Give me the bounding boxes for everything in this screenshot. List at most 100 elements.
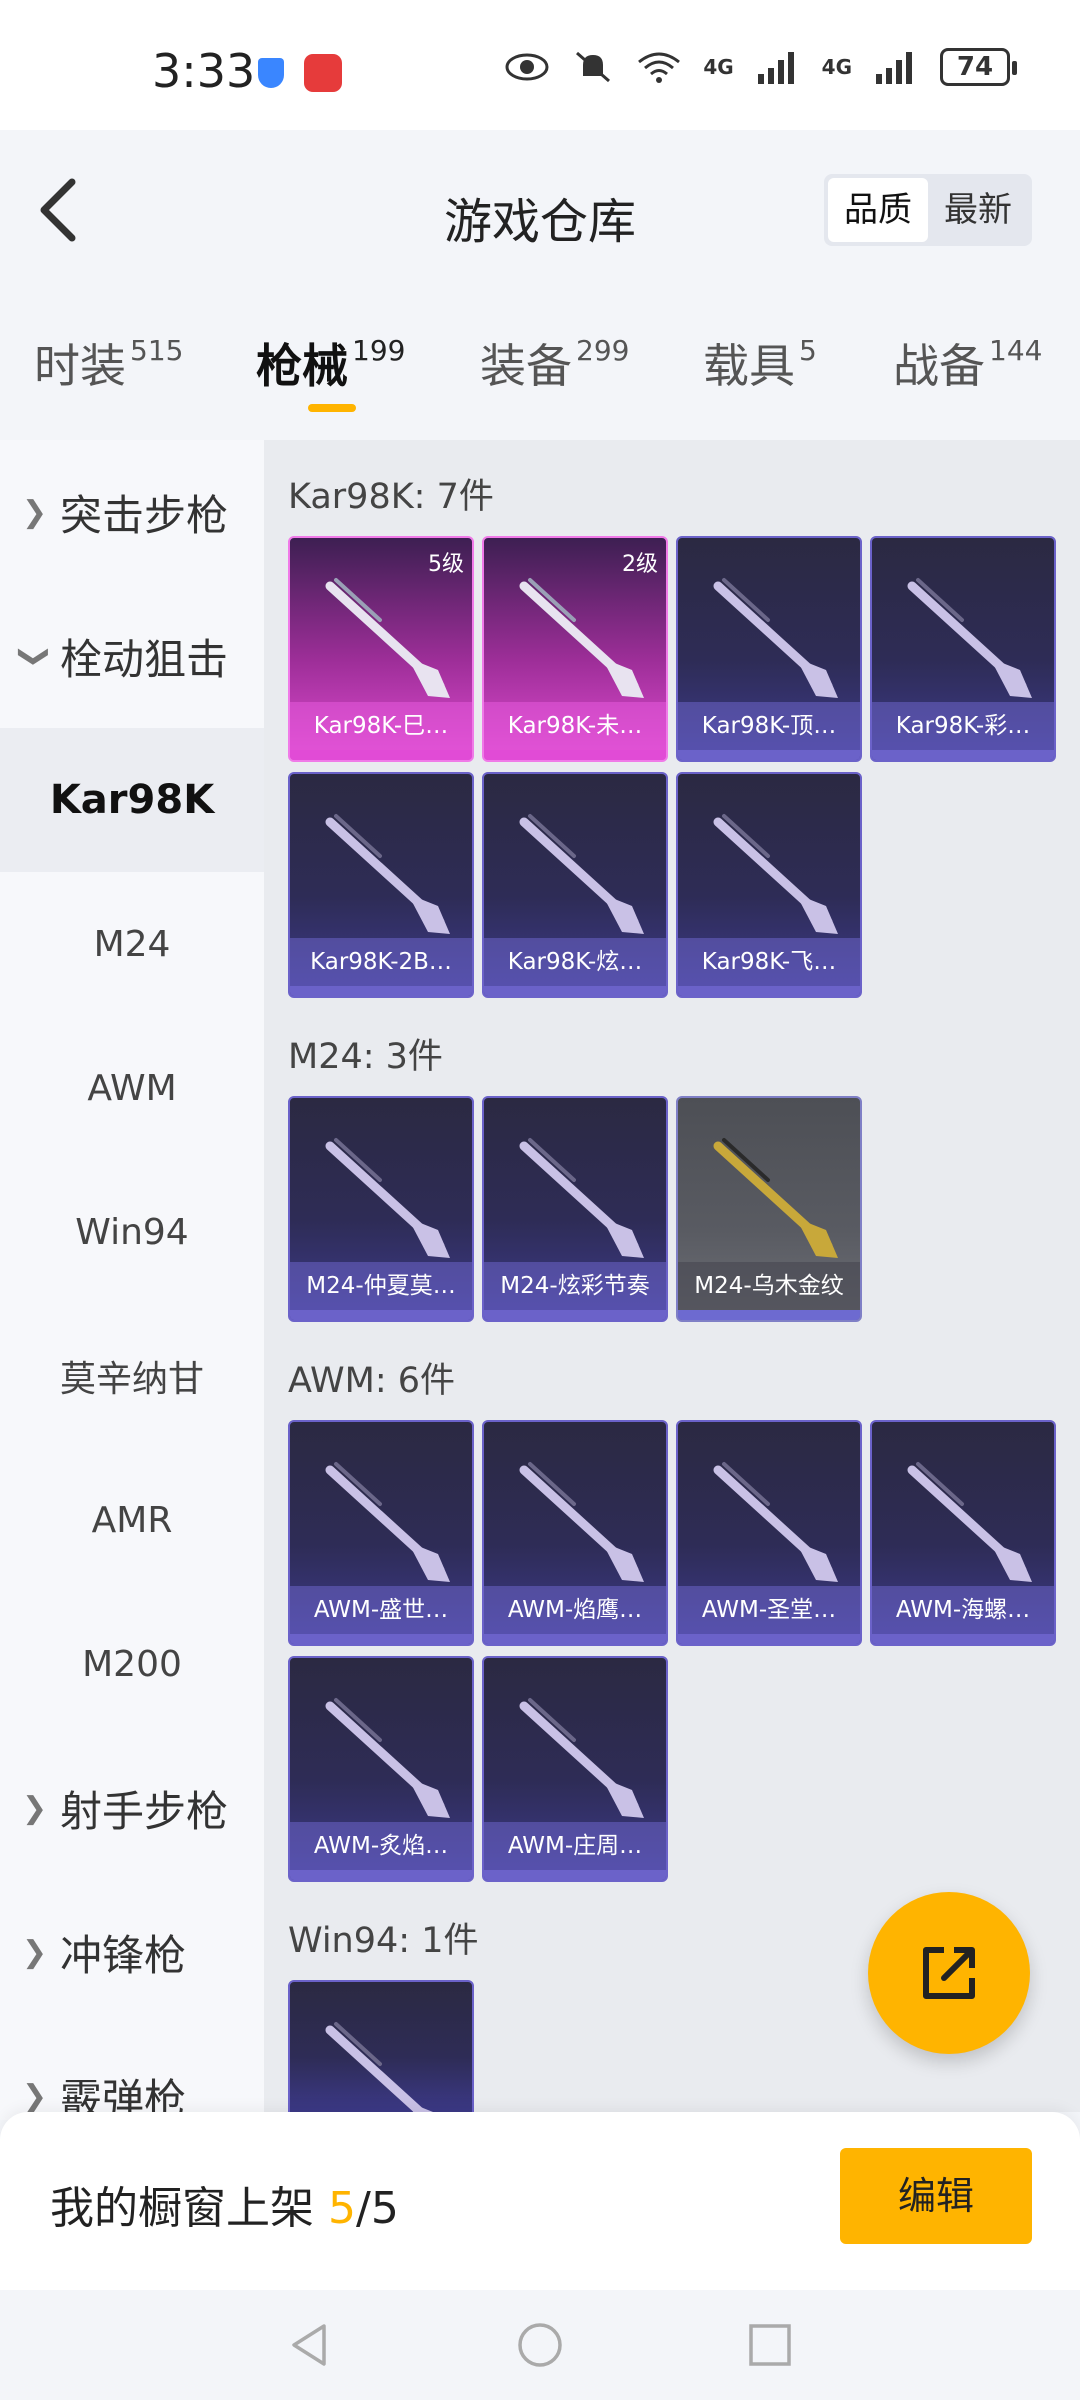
showcase-label: 我的橱窗上架 5/5 — [50, 2172, 399, 2236]
weapon-card[interactable]: Kar98K-飞… — [676, 772, 862, 998]
weapon-card[interactable]: M24-仲夏莫… — [288, 1096, 474, 1322]
sidebar-item-mosin[interactable]: 莫辛纳甘 — [0, 1304, 264, 1448]
tab-vehicles[interactable]: 载具 5 — [703, 330, 817, 396]
chevron-right-icon: ❯ — [22, 1934, 48, 1970]
weapon-card[interactable]: AWM-海螺… — [870, 1420, 1056, 1646]
weapon-card[interactable]: 5级 Kar98K-巳… — [288, 536, 474, 762]
nav-back-icon[interactable] — [284, 2320, 334, 2370]
rarity-bar — [290, 750, 472, 760]
sidebar-item-label: 突击步枪 — [60, 490, 229, 540]
weapon-name: AWM-圣堂… — [678, 1586, 860, 1634]
rarity-bar — [290, 986, 472, 996]
weapon-name: Kar98K-未… — [484, 702, 666, 750]
sort-newest-button[interactable]: 最新 — [928, 178, 1028, 242]
tab-label: 枪械 — [256, 339, 348, 393]
rifle-icon — [519, 814, 644, 934]
sidebar-item-label: 射手步枪 — [60, 1786, 229, 1836]
weapon-card[interactable]: Kar98K-彩… — [870, 536, 1056, 762]
status-time: 3:33 — [152, 44, 256, 98]
sidebar-item-label: M200 — [82, 1643, 182, 1685]
chevron-right-icon: ❯ — [22, 494, 48, 530]
section-title-awm: AWM: 6件 — [288, 1361, 456, 1401]
edit-button[interactable]: 编辑 — [840, 2148, 1032, 2244]
rarity-bar — [872, 750, 1054, 760]
rarity-bar — [290, 1310, 472, 1320]
nav-home-icon[interactable] — [515, 2320, 565, 2370]
showcase-text: 我的橱窗上架 — [50, 2183, 314, 2234]
showcase-bar: 我的橱窗上架 5/5 编辑 — [0, 2112, 1080, 2290]
status-icons: 4G 4G 74 — [505, 48, 1017, 86]
weapon-card[interactable]: Kar98K-顶… — [676, 536, 862, 762]
rifle-icon — [519, 1698, 644, 1818]
rifle-icon — [325, 814, 450, 934]
weapon-name: AWM-庄周… — [484, 1822, 666, 1870]
system-nav-bar — [0, 2290, 1080, 2400]
tab-count: 5 — [799, 334, 817, 367]
sidebar-item-awm[interactable]: AWM — [0, 1016, 264, 1160]
weapon-name: AWM-盛世… — [290, 1586, 472, 1634]
back-icon[interactable] — [30, 170, 90, 250]
sidebar-item-label: Kar98K — [49, 777, 215, 823]
rarity-bar — [484, 750, 666, 760]
rifle-icon — [713, 1462, 838, 1582]
tab-label: 载具 — [703, 339, 795, 393]
tab-label: 战备 — [893, 339, 985, 393]
tab-firearms[interactable]: 枪械 199 — [256, 330, 405, 396]
sidebar-group-bolt-action[interactable]: ❯ 栓动狙击 — [0, 584, 264, 728]
rifle-icon — [325, 1138, 450, 1258]
sort-toggle: 品质 最新 — [824, 174, 1032, 246]
sidebar-item-label: M24 — [93, 923, 171, 965]
rarity-bar — [290, 1870, 472, 1880]
rifle-icon — [519, 1462, 644, 1582]
rarity-bar — [678, 1634, 860, 1644]
showcase-current-count: 5 — [328, 2183, 356, 2234]
weapon-card[interactable] — [288, 1980, 474, 2112]
battery-indicator: 74 — [940, 48, 1017, 86]
rifle-icon — [713, 578, 838, 698]
rifle-icon — [325, 578, 450, 698]
tab-count: 299 — [576, 334, 630, 367]
sidebar-item-label: 莫辛纳甘 — [59, 1359, 204, 1400]
weapon-card[interactable]: AWM-圣堂… — [676, 1420, 862, 1646]
share-edit-button[interactable] — [868, 1892, 1030, 2054]
nav-recents-icon[interactable] — [745, 2320, 795, 2370]
weapon-card[interactable]: AWM-炙焰… — [288, 1656, 474, 1882]
sidebar-item-win94[interactable]: Win94 — [0, 1160, 264, 1304]
sidebar-item-amr[interactable]: AMR — [0, 1448, 264, 1592]
sidebar-item-label: Win94 — [75, 1211, 189, 1253]
tab-supplies[interactable]: 战备 144 — [893, 330, 1042, 396]
tab-fashion[interactable]: 时装 515 — [34, 330, 183, 396]
sidebar-item-m200[interactable]: M200 — [0, 1592, 264, 1736]
sidebar-item-label: 冲锋枪 — [60, 1930, 187, 1980]
sidebar-item-label: AMR — [91, 1499, 173, 1541]
weapon-name: Kar98K-2B… — [290, 938, 472, 986]
rifle-icon — [713, 814, 838, 934]
sidebar-item-kar98k[interactable]: Kar98K — [0, 728, 264, 872]
weapon-card[interactable]: Kar98K-炫… — [482, 772, 668, 998]
signal-2-icon — [876, 52, 912, 84]
sidebar-item-m24[interactable]: M24 — [0, 872, 264, 1016]
weapon-card[interactable]: Kar98K-2B… — [288, 772, 474, 998]
tier-badge: 5级 — [428, 552, 464, 577]
rarity-bar — [484, 1310, 666, 1320]
tab-count: 515 — [130, 334, 184, 367]
section-title-kar98k: Kar98K: 7件 — [288, 477, 494, 517]
weapon-name: M24-乌木金纹 — [678, 1262, 860, 1310]
signal-1-label: 4G — [703, 55, 734, 79]
weapon-card[interactable]: 2级 Kar98K-未… — [482, 536, 668, 762]
weapon-card[interactable]: AWM-盛世… — [288, 1420, 474, 1646]
sidebar-group-dmr[interactable]: ❯ 射手步枪 — [0, 1736, 264, 1880]
sidebar-group-shotgun[interactable]: ❯ 霰弹枪 — [0, 2024, 264, 2121]
sidebar-group-smg[interactable]: ❯ 冲锋枪 — [0, 1880, 264, 2024]
weapon-card[interactable]: AWM-焰鹰… — [482, 1420, 668, 1646]
weapon-name: AWM-焰鹰… — [484, 1586, 666, 1634]
signal-1-icon — [757, 52, 794, 84]
tab-equipment[interactable]: 装备 299 — [480, 330, 629, 396]
weapon-card[interactable]: M24-炫彩节奏 — [482, 1096, 668, 1322]
sidebar-group-assault-rifles[interactable]: ❯ 突击步枪 — [0, 440, 264, 584]
section-title-win94: Win94: 1件 — [288, 1921, 479, 1961]
rifle-icon — [325, 1462, 450, 1582]
weapon-card[interactable]: AWM-庄周… — [482, 1656, 668, 1882]
sort-quality-button[interactable]: 品质 — [828, 178, 928, 242]
weapon-card[interactable]: M24-乌木金纹 — [676, 1096, 862, 1322]
